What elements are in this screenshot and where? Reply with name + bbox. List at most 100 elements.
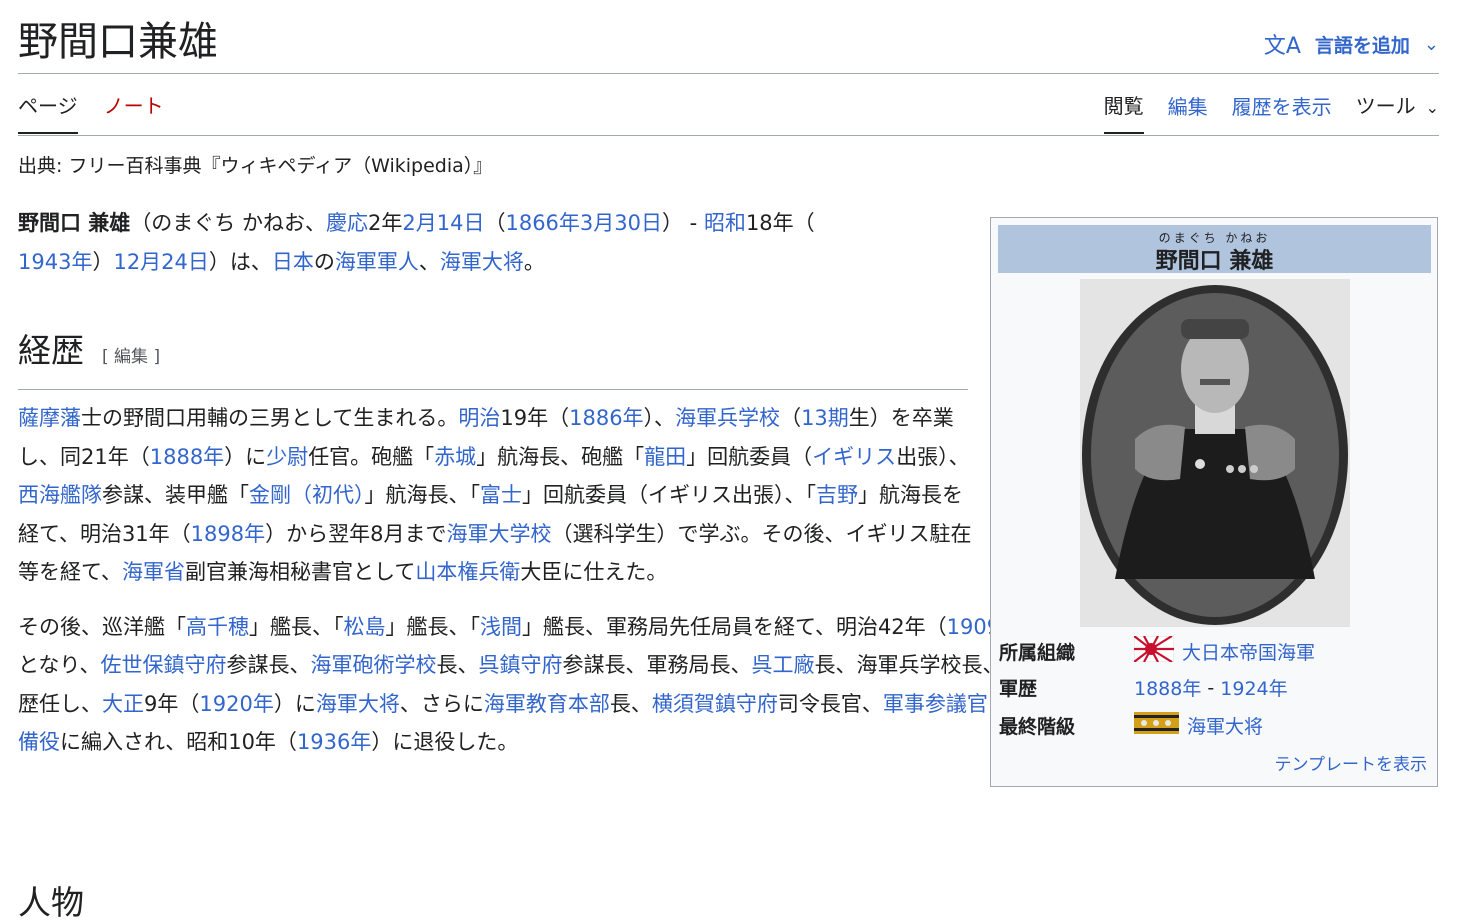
- article-link[interactable]: 1898年: [191, 522, 265, 546]
- tab-page[interactable]: ページ: [18, 92, 78, 134]
- link[interactable]: 海軍大将: [440, 250, 524, 274]
- article-link[interactable]: 海軍大将: [316, 692, 400, 716]
- article-text: ）、: [643, 406, 676, 430]
- show-template-link[interactable]: テンプレートを表示: [1275, 750, 1428, 775]
- link[interactable]: 1866年3月30日: [505, 211, 662, 235]
- section-heading: 経歴 [ 編集 ]: [18, 329, 968, 390]
- career-end-link[interactable]: 1924年: [1220, 674, 1287, 701]
- article-link[interactable]: イギリス: [812, 445, 896, 469]
- article-link[interactable]: 浅間: [480, 615, 522, 639]
- section-heading-text: 経歴: [18, 331, 84, 370]
- article-link[interactable]: 海軍省: [122, 560, 185, 584]
- tools-menu[interactable]: ツール ⌄: [1356, 92, 1439, 134]
- article-text: 出張）、: [896, 444, 970, 469]
- tabs-divider: [18, 135, 1439, 136]
- link[interactable]: 日本: [272, 250, 314, 274]
- chevron-down-icon: ⌄: [1423, 33, 1439, 55]
- article-link[interactable]: 松島: [344, 615, 386, 639]
- tab-talk[interactable]: ノート: [104, 92, 164, 134]
- article-text: 長、海軍兵学校長、: [814, 653, 1004, 677]
- link[interactable]: 海軍軍人: [335, 250, 419, 274]
- article-text: 副官兼海相秘書官として: [184, 560, 416, 584]
- article-link[interactable]: 13期: [801, 406, 849, 430]
- text: ） -: [662, 211, 704, 235]
- tab-edit[interactable]: 編集: [1168, 93, 1208, 133]
- article-link[interactable]: 赤城: [434, 445, 476, 469]
- article-text: 」回航委員（イギリス出張）、「: [522, 483, 816, 507]
- article-link[interactable]: 薩摩藩: [18, 406, 81, 430]
- tab-history[interactable]: 履歴を表示: [1232, 93, 1332, 133]
- article-text: その後、巡洋艦「: [18, 614, 186, 639]
- article-text: となり、: [18, 653, 101, 677]
- career-paragraph-1: 薩摩藩士の野間口用輔の三男として生まれる。明治19年（1886年）、海軍兵学校（…: [18, 399, 973, 592]
- article-text: （: [780, 406, 802, 430]
- article-link[interactable]: 横須賀鎮守府: [652, 692, 778, 716]
- article-text: 参謀長、: [226, 653, 311, 677]
- article-link[interactable]: 海軍砲術学校: [311, 653, 437, 677]
- article-link[interactable]: 富士: [480, 483, 522, 507]
- article-link[interactable]: 呉工廠: [752, 653, 815, 677]
- article-link[interactable]: 西海艦隊: [18, 483, 102, 507]
- career-label: 軍歴: [999, 678, 1038, 700]
- article-link[interactable]: 佐世保鎮守府: [101, 653, 227, 677]
- article-link[interactable]: 海軍教育本部: [484, 692, 610, 716]
- article-text: 」艦長、「: [249, 614, 344, 639]
- rank-link[interactable]: 海軍大将: [1187, 712, 1263, 739]
- article-link[interactable]: 呉鎮守府: [479, 653, 563, 677]
- intro-paragraph: 野間口 兼雄（のまぐち かねお、慶応2年2月14日（1866年3月30日） - …: [18, 204, 973, 281]
- article-link[interactable]: 高千穂: [186, 615, 249, 639]
- article-link[interactable]: 海軍兵学校: [675, 406, 780, 430]
- infobox-header: のまぐち かねお 野間口 兼雄: [998, 225, 1431, 274]
- article-link[interactable]: 少尉: [266, 445, 308, 469]
- article-link[interactable]: 1886年: [569, 406, 643, 430]
- link[interactable]: 12月24日: [113, 250, 208, 274]
- article-text: 」航海長、「: [364, 483, 481, 507]
- article-link[interactable]: 龍田: [644, 445, 686, 469]
- article-text: に編入され、昭和10年（: [60, 730, 297, 754]
- career-start-link[interactable]: 1888年: [1134, 674, 1201, 701]
- org-label: 所属組織: [999, 642, 1076, 664]
- article-text: ）から翌年8月まで: [265, 521, 447, 546]
- page-title: 野間口兼雄: [18, 19, 218, 65]
- admiral-insignia-icon[interactable]: [1134, 712, 1179, 739]
- add-languages-label: 言語を追加: [1314, 34, 1410, 57]
- article-link[interactable]: 1888年: [150, 445, 224, 469]
- article-link[interactable]: 1920年: [199, 692, 273, 716]
- article-link[interactable]: 金剛（初代）: [249, 483, 365, 507]
- link[interactable]: 2月14日: [402, 211, 484, 235]
- article-text: 長、: [609, 691, 652, 716]
- link[interactable]: 慶応: [326, 211, 368, 235]
- text: （: [484, 211, 506, 235]
- text: 、: [418, 249, 440, 274]
- text: 18年（: [745, 211, 815, 235]
- naval-ensign-icon[interactable]: [1133, 635, 1175, 667]
- article-link[interactable]: 吉野: [816, 483, 858, 507]
- article-link[interactable]: 1936年: [297, 730, 371, 754]
- section-edit-link[interactable]: [ 編集 ]: [102, 347, 160, 367]
- rank-label: 最終階級: [999, 716, 1076, 738]
- section-edit-label: [ 編集 ]: [102, 347, 161, 367]
- infobox: のまぐち かねお 野間口 兼雄 所属組織 大日本帝国海軍 軍歴 1888年 - …: [990, 217, 1438, 787]
- org-link[interactable]: 大日本帝国海軍: [1182, 638, 1315, 665]
- article-link[interactable]: 山本権兵衛: [415, 560, 520, 584]
- text: ）: [92, 249, 114, 274]
- chevron-down-icon: ⌄: [1425, 98, 1439, 117]
- article-link[interactable]: 大正: [102, 692, 144, 716]
- tab-read[interactable]: 閲覧: [1103, 92, 1144, 134]
- add-languages-button[interactable]: 文A 言語を追加 ⌄: [1264, 28, 1439, 60]
- article-link[interactable]: 明治: [458, 406, 500, 430]
- article-text: ）に: [224, 444, 267, 469]
- link[interactable]: 昭和: [704, 211, 746, 235]
- link[interactable]: 1943年: [18, 250, 92, 274]
- text: の: [313, 249, 335, 274]
- subject-name: 野間口 兼雄: [18, 211, 131, 235]
- site-subtitle: 出典: フリー百科事典『ウィキペディア（Wikipedia）』: [18, 155, 493, 177]
- infobox-row-career: 軍歴 1888年 - 1924年: [999, 674, 1288, 701]
- article-link[interactable]: 海軍大学校: [447, 522, 552, 546]
- article-link[interactable]: 軍事参議官: [883, 692, 988, 716]
- article-text: 長、: [436, 653, 479, 677]
- article-text: 」回航委員（: [686, 444, 813, 469]
- translate-icon: 文A: [1263, 34, 1301, 59]
- portrait-image[interactable]: [1080, 279, 1350, 627]
- next-section-heading: 人物: [18, 883, 84, 922]
